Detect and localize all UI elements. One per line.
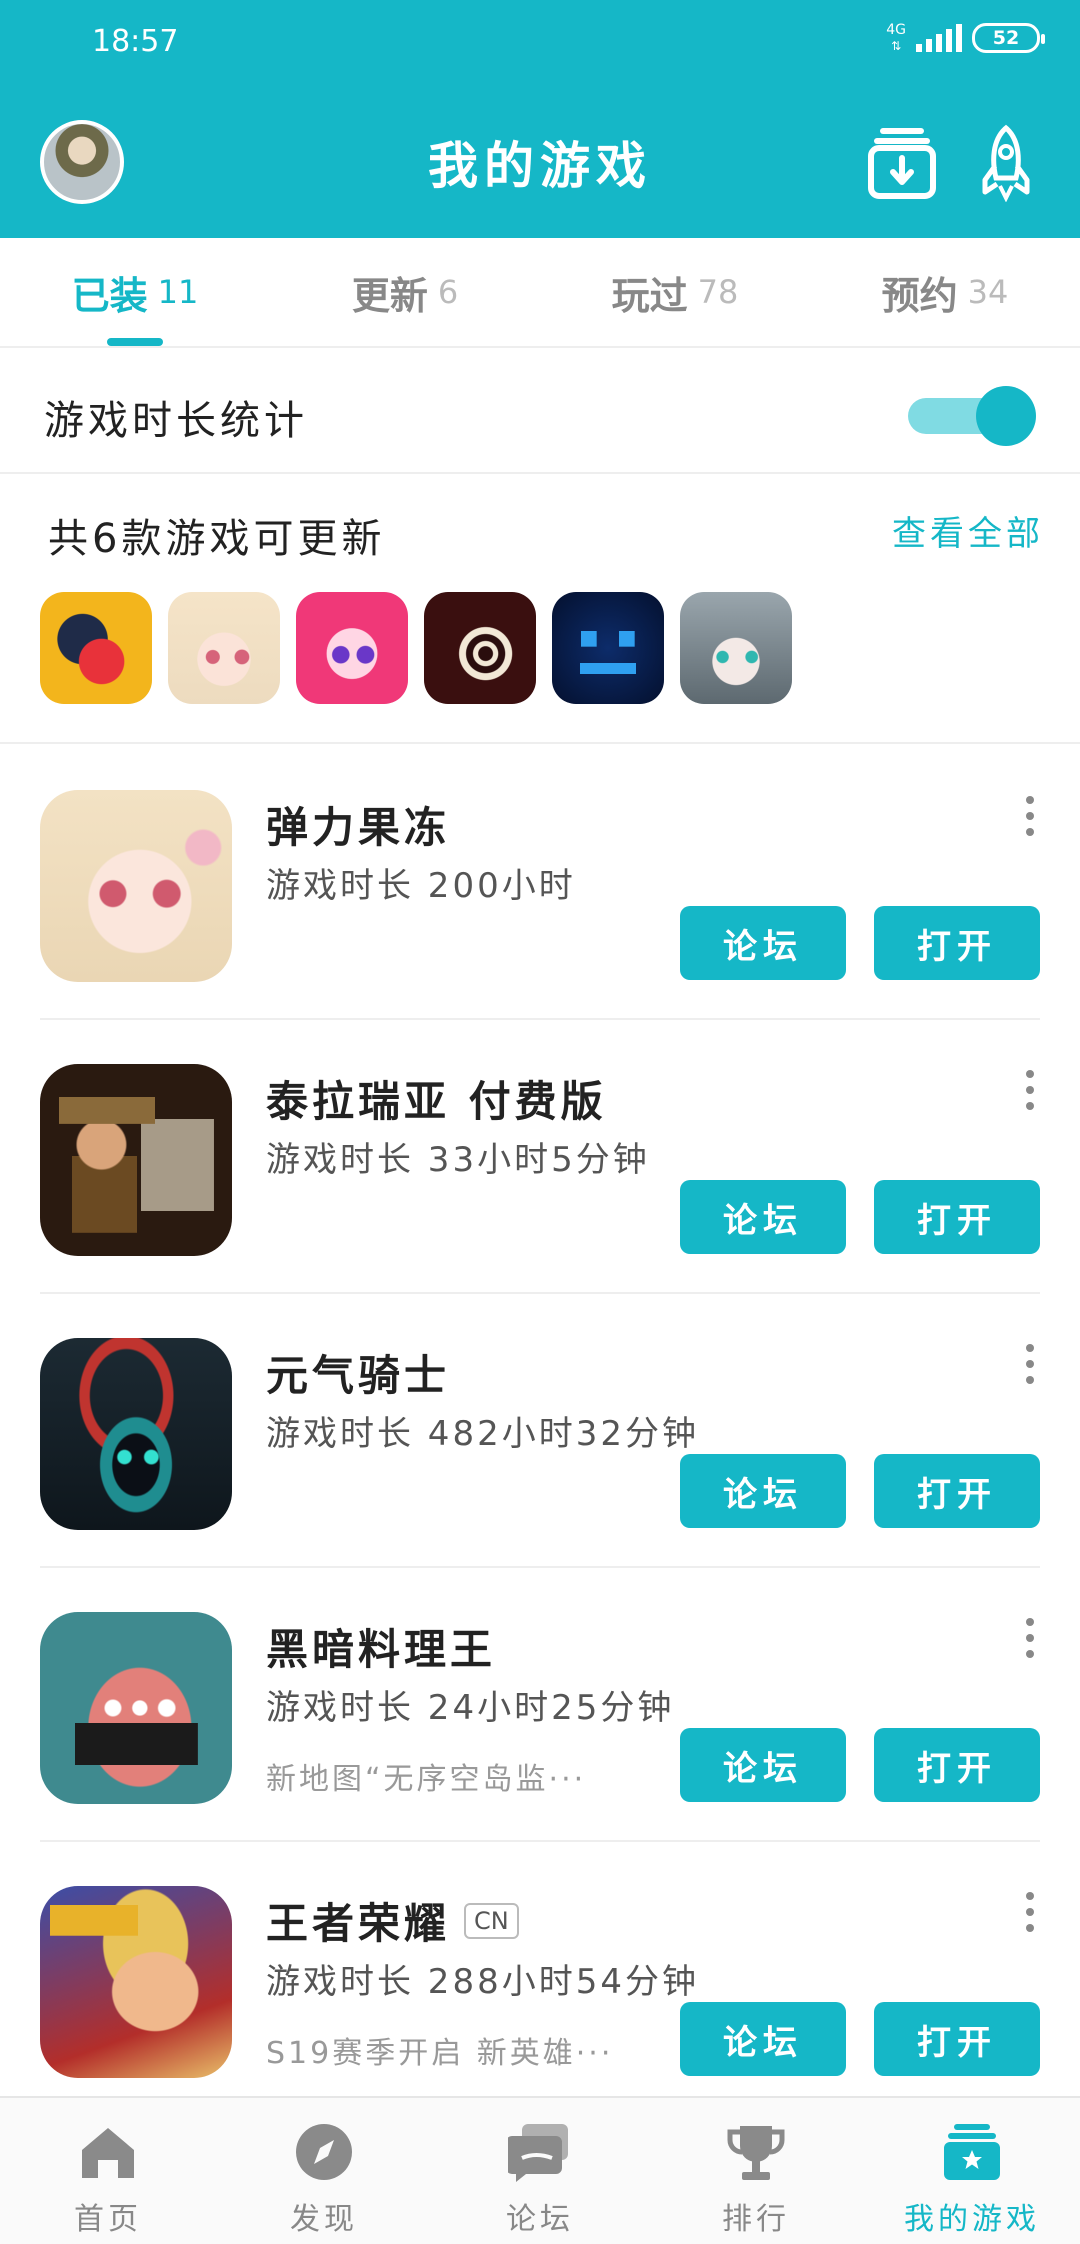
nav-label: 排行 xyxy=(722,2202,790,2237)
forum-button[interactable]: 论坛 xyxy=(680,1728,846,1802)
game-update-note: 新地图“无序空岛监··· xyxy=(266,1762,587,1797)
my-games-icon xyxy=(944,2124,1000,2180)
status-indicators: 4G ⇅ 52 xyxy=(886,22,1045,54)
nav-label: 论坛 xyxy=(506,2202,574,2237)
tab-installed[interactable]: 已装 11 xyxy=(0,238,270,346)
game-app-icon[interactable] xyxy=(40,1338,232,1530)
updates-title: 共6款游戏可更新 xyxy=(48,516,386,562)
game-row[interactable]: 弹力果冻 游戏时长 200小时 论坛 打开 xyxy=(40,746,1040,1020)
playtime-stats-label: 游戏时长统计 xyxy=(44,398,308,444)
more-options-icon[interactable] xyxy=(1020,1070,1040,1110)
game-name-text: 弹力果冻 xyxy=(266,803,451,852)
app-header: 18:57 4G ⇅ 52 我的游戏 xyxy=(0,0,1080,238)
network-label: 4G xyxy=(886,22,906,38)
game-app-icon[interactable] xyxy=(40,1886,232,2078)
rocket-icon[interactable] xyxy=(970,122,1042,202)
game-icon-1[interactable] xyxy=(40,592,152,704)
game-name-text: 泰拉瑞亚 付费版 xyxy=(266,1077,607,1126)
tab-label: 玩过 xyxy=(611,273,688,318)
game-name: 黑暗料理王 xyxy=(266,1616,496,1677)
forum-button[interactable]: 论坛 xyxy=(680,2002,846,2076)
game-row[interactable]: 王者荣耀 CN 游戏时长 288小时54分钟 S19赛季开启 新英雄··· 论坛… xyxy=(40,1842,1040,2116)
more-options-icon[interactable] xyxy=(1020,1344,1040,1384)
signal-icon xyxy=(916,24,962,52)
game-name-text: 元气骑士 xyxy=(266,1351,451,1400)
updates-section: 共6款游戏可更新 查看全部 xyxy=(0,476,1080,744)
home-icon xyxy=(82,2128,134,2178)
game-playtime: 游戏时长 482小时32分钟 xyxy=(266,1414,699,1454)
game-row[interactable]: 泰拉瑞亚 付费版 游戏时长 33小时5分钟 论坛 打开 xyxy=(40,1020,1040,1294)
more-options-icon[interactable] xyxy=(1020,1892,1040,1932)
tab-label: 更新 xyxy=(351,273,428,318)
trophy-icon xyxy=(727,2126,785,2180)
tab-count: 78 xyxy=(697,273,739,311)
game-row[interactable]: 元气骑士 游戏时长 482小时32分钟 论坛 打开 xyxy=(40,1294,1040,1568)
game-playtime: 游戏时长 200小时 xyxy=(266,866,576,906)
game-playtime: 游戏时长 33小时5分钟 xyxy=(266,1140,650,1180)
tab-count: 6 xyxy=(437,273,459,311)
game-playtime: 游戏时长 24小时25分钟 xyxy=(266,1688,675,1728)
more-options-icon[interactable] xyxy=(1020,1618,1040,1658)
region-badge: CN xyxy=(464,1902,519,1939)
game-name-text: 黑暗料理王 xyxy=(266,1625,497,1674)
game-icon-3[interactable] xyxy=(296,592,408,704)
forum-button[interactable]: 论坛 xyxy=(680,1180,846,1254)
tab-updates[interactable]: 更新 6 xyxy=(270,238,540,346)
game-name: 元气骑士 xyxy=(266,1342,450,1403)
game-name: 王者荣耀 CN xyxy=(266,1890,519,1951)
battery-icon: 52 xyxy=(972,23,1045,53)
open-button[interactable]: 打开 xyxy=(874,906,1040,980)
download-box-icon[interactable] xyxy=(866,122,938,202)
game-app-icon[interactable] xyxy=(40,790,232,982)
game-icon-2[interactable] xyxy=(168,592,280,704)
nav-discover[interactable]: 发现 xyxy=(216,2098,432,2244)
open-button[interactable]: 打开 xyxy=(874,2002,1040,2076)
bottom-nav: 首页 发现 论坛 排行 我的游戏 xyxy=(0,2096,1080,2244)
game-app-icon[interactable] xyxy=(40,1612,232,1804)
more-options-icon[interactable] xyxy=(1020,796,1040,836)
game-playtime: 游戏时长 288小时54分钟 xyxy=(266,1962,699,2002)
tab-reserved[interactable]: 预约 34 xyxy=(810,238,1080,346)
toggle-knob xyxy=(976,386,1036,446)
playtime-stats-toggle[interactable] xyxy=(908,386,1036,446)
game-name-text: 王者荣耀 xyxy=(266,1899,451,1948)
game-icon-4[interactable] xyxy=(424,592,536,704)
battery-level: 52 xyxy=(992,27,1020,49)
tab-label: 已装 xyxy=(71,273,148,318)
tab-bar: 已装 11 更新 6 玩过 78 预约 34 xyxy=(0,238,1080,348)
game-name: 泰拉瑞亚 付费版 xyxy=(266,1068,607,1129)
nav-label: 发现 xyxy=(290,2202,358,2237)
tab-count: 34 xyxy=(967,273,1009,311)
nav-my-games[interactable]: 我的游戏 xyxy=(864,2098,1080,2244)
tab-count: 11 xyxy=(157,273,199,311)
nav-ranking[interactable]: 排行 xyxy=(648,2098,864,2244)
compass-icon xyxy=(296,2124,352,2180)
network-indicator: 4G ⇅ xyxy=(886,22,906,54)
tab-label: 预约 xyxy=(881,273,958,318)
data-arrows-icon: ⇅ xyxy=(891,39,902,53)
tab-played[interactable]: 玩过 78 xyxy=(540,238,810,346)
nav-label: 首页 xyxy=(74,2202,142,2237)
game-icon-6[interactable] xyxy=(680,592,792,704)
open-button[interactable]: 打开 xyxy=(874,1180,1040,1254)
open-button[interactable]: 打开 xyxy=(874,1454,1040,1528)
open-button[interactable]: 打开 xyxy=(874,1728,1040,1802)
status-time: 18:57 xyxy=(92,24,179,59)
forum-button[interactable]: 论坛 xyxy=(680,906,846,980)
forum-button[interactable]: 论坛 xyxy=(680,1454,846,1528)
game-update-note: S19赛季开启 新英雄··· xyxy=(266,2036,614,2071)
game-name: 弹力果冻 xyxy=(266,794,450,855)
nav-forum[interactable]: 论坛 xyxy=(432,2098,648,2244)
forum-icon xyxy=(508,2124,568,2182)
view-all-link[interactable]: 查看全部 xyxy=(892,506,1044,555)
game-icon-5[interactable] xyxy=(552,592,664,704)
update-icon-list xyxy=(40,592,792,704)
game-app-icon[interactable] xyxy=(40,1064,232,1256)
playtime-stats-row: 游戏时长统计 xyxy=(0,350,1080,474)
nav-home[interactable]: 首页 xyxy=(0,2098,216,2244)
nav-label: 我的游戏 xyxy=(904,2202,1040,2237)
game-row[interactable]: 黑暗料理王 游戏时长 24小时25分钟 新地图“无序空岛监··· 论坛 打开 xyxy=(40,1568,1040,1842)
